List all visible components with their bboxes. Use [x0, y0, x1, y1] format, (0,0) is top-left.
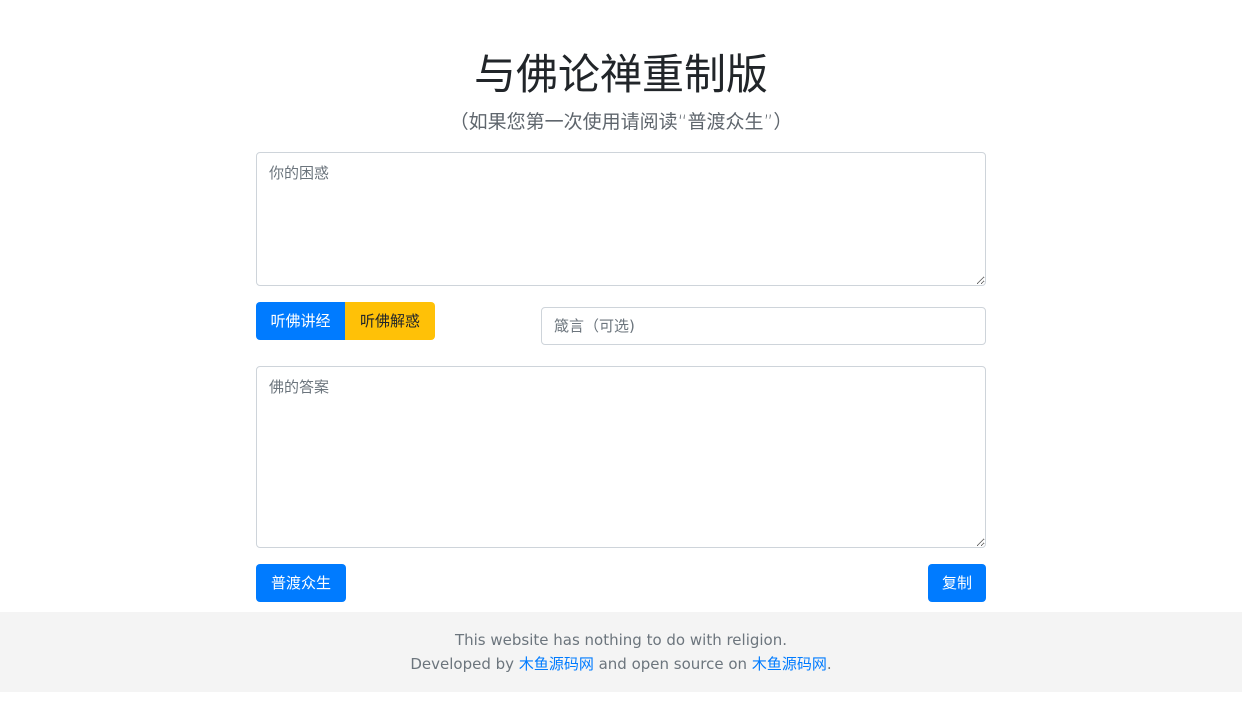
confusion-textarea[interactable]	[256, 152, 986, 286]
listen-sutra-button[interactable]: 听佛讲经	[256, 302, 345, 340]
action-button-group: 听佛讲经 听佛解惑	[256, 302, 435, 340]
footer-period: .	[826, 655, 832, 673]
footer: This website has nothing to do with reli…	[0, 612, 1242, 692]
motto-input[interactable]	[541, 307, 986, 345]
page-subtitle: （如果您第一次使用请阅读“普渡众生”）	[449, 111, 793, 133]
listen-resolve-button[interactable]: 听佛解惑	[345, 302, 435, 340]
footer-developed-by: Developed by	[410, 655, 519, 673]
page-title: 与佛论禅重制版	[473, 50, 768, 99]
footer-open-source-text: and open source on	[593, 655, 752, 673]
answer-textarea[interactable]	[256, 366, 986, 548]
copy-button[interactable]: 复制	[928, 564, 986, 602]
save-all-button[interactable]: 普渡众生	[256, 564, 346, 602]
footer-disclaimer: This website has nothing to do with reli…	[454, 631, 788, 649]
developer-link[interactable]: 木鱼源码网	[519, 655, 594, 673]
footer-credits: Developed by 木鱼源码网 and open source on 木鱼…	[0, 652, 1242, 676]
source-link[interactable]: 木鱼源码网	[752, 655, 827, 673]
